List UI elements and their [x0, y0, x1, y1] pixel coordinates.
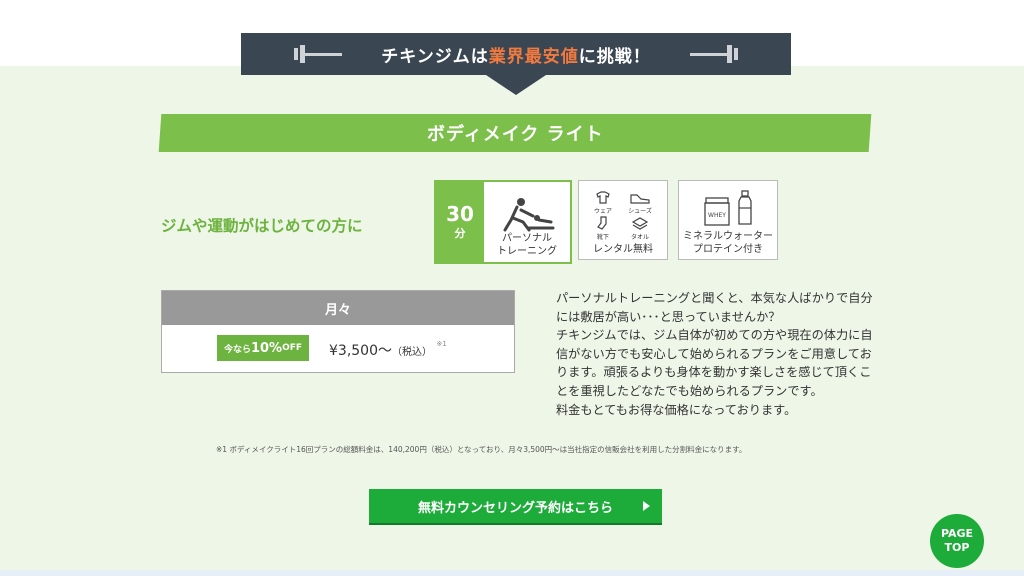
rental-shoes: シューズ: [628, 208, 652, 215]
discount-suffix: OFF: [282, 343, 303, 353]
description-paragraph: 料金もとてもお得な価格になっております。: [556, 402, 797, 417]
banner-text-2: に挑戦！: [578, 46, 651, 67]
page-top-button[interactable]: PAGE TOP: [930, 514, 984, 568]
discount-badge: 今なら 10% OFF: [217, 335, 309, 361]
discount-prefix: 今なら: [223, 344, 251, 355]
price-table: 月々 今なら 10% OFF ¥3,500〜（税込） ※1: [161, 290, 515, 373]
minutes-badge: 30 分: [436, 182, 484, 262]
plan-intro: ジムや運動がはじめての方に: [161, 217, 363, 235]
description-paragraph: パーソナルトレーニングと聞くと、本気な人ばかりで自分には敷居が高い･･･と思って…: [556, 291, 873, 324]
feature-drinks: WHEY ミネラルウォーター プロテイン付き: [678, 180, 778, 260]
minutes-value: 30: [446, 202, 474, 226]
whey-text: WHEY: [708, 212, 726, 219]
plan-title-bar: ボディメイク ライト: [158, 114, 872, 152]
rental-wear: ウェア: [593, 208, 612, 215]
sock-icon: [597, 216, 607, 230]
shoe-icon: [630, 194, 650, 204]
play-arrow-icon: [643, 501, 650, 511]
water-bottle-icon: [738, 190, 752, 225]
banner-highlight: 業界最安値: [488, 46, 579, 67]
price-tax: （税込）: [392, 347, 432, 358]
price-amount-line: ¥3,500〜（税込） ※1: [329, 340, 447, 360]
rental-socks: 靴下: [596, 234, 609, 241]
dumbbell-icon: [690, 45, 738, 63]
trainer-icon: [503, 198, 555, 232]
plan-description: パーソナルトレーニングと聞くと、本気な人ばかりで自分には敷居が高い･･･と思って…: [556, 289, 876, 419]
plan-title: ボディメイク ライト: [426, 124, 604, 145]
towel-icon: [631, 217, 649, 230]
counseling-reservation-button[interactable]: 無料カウンセリング予約はこちら: [369, 489, 662, 523]
feature-personal-training: 30 分 パーソナル トレーニング: [434, 180, 572, 264]
page-top-line2: TOP: [944, 541, 970, 554]
description-paragraph: チキンジムでは、ジム自体が初めての方や現在の体力に自信がない方でも安心して始めら…: [556, 328, 873, 398]
training-label: パーソナル トレーニング: [497, 233, 557, 257]
discount-value: 10%: [250, 340, 283, 356]
protein-tub-icon: WHEY: [704, 197, 730, 226]
cta-label: 無料カウンセリング予約はこちら: [417, 500, 613, 516]
price-note: ※1: [436, 340, 447, 348]
banner-pointer: [486, 75, 546, 95]
drinks-label: ミネラルウォーター プロテイン付き: [683, 231, 773, 255]
price-header: 月々: [162, 291, 514, 325]
shirt-icon: [596, 191, 610, 204]
next-section-strip: [0, 570, 1024, 576]
rental-label: レンタル無料: [593, 244, 653, 255]
rental-towel: タオル: [630, 234, 649, 241]
page-top-line1: PAGE: [940, 527, 974, 540]
dumbbell-icon: [294, 45, 342, 63]
minutes-unit: 分: [454, 227, 466, 240]
price-footnote: ※1 ボディメイクライト16回プランの総額料金は、140,200円（税込）となっ…: [216, 445, 747, 454]
feature-rental: ウェア シューズ 靴下 タオル レンタル無料: [578, 180, 668, 260]
price-amount: ¥3,500〜: [329, 343, 392, 359]
banner-text-1: チキンジムは: [381, 46, 489, 67]
